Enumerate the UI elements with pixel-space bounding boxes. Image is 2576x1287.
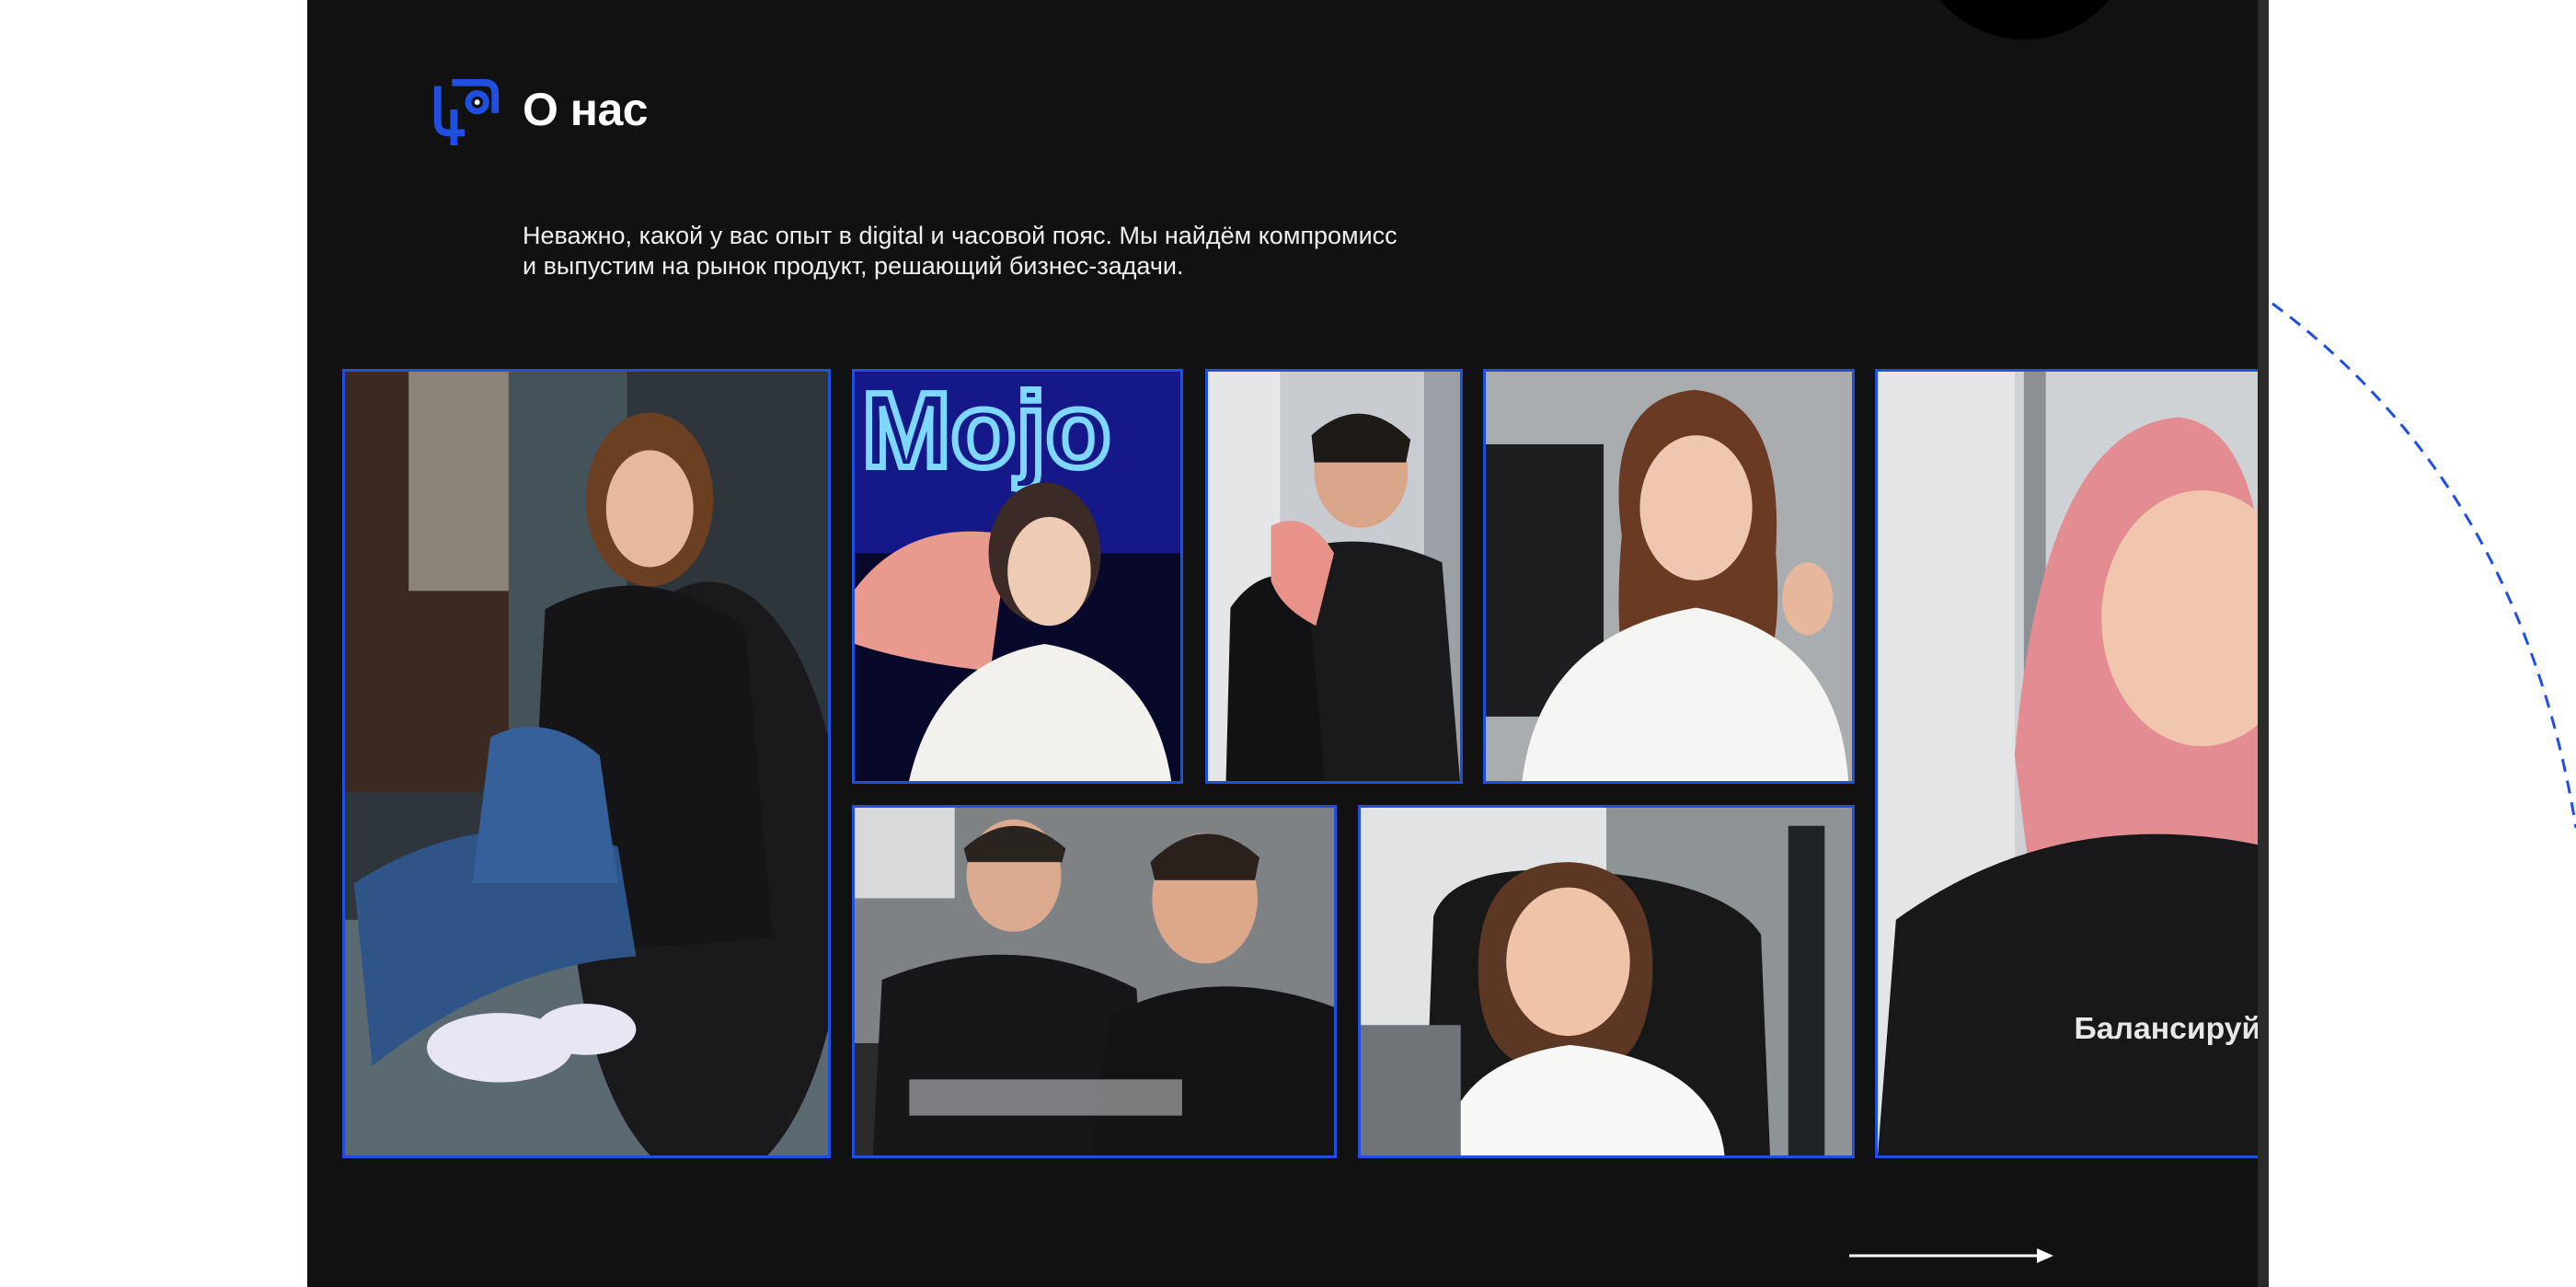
section-description: Неважно, какой у вас опыт в digital и ча… [523,221,1535,282]
team-photo-3 [1205,369,1463,784]
team-photo-7-image: Балансируй [1878,372,2267,1155]
hoodie-text: Балансируй [2074,1011,2260,1046]
team-photo-2: Mojo [852,369,1183,784]
decorative-shape [1919,0,2164,69]
team-photo-4-image [1486,372,1852,781]
team-photo-3-image [1208,372,1460,781]
team-photo-6-image [1361,808,1852,1155]
section-header: О нас [431,74,649,145]
team-photo-7: Балансируй [1875,369,2267,1158]
team-photo-1-image [345,372,828,1155]
team-photo-4 [1483,369,1855,784]
about-section: О нас Неважно, какой у вас опыт в digita… [307,0,2267,1287]
description-line-2: и выпустим на рынок продукт, решающий би… [523,252,1184,280]
description-line-1: Неважно, какой у вас опыт в digital и ча… [523,222,1397,249]
team-photo-5 [852,805,1337,1158]
team-photo-6 [1358,805,1855,1158]
team-photo-1 [342,369,831,1158]
panel-edge [2258,0,2269,1287]
team-photo-2-image: Mojo [855,372,1180,781]
decorative-dashed-arc [2271,302,2576,829]
page-title: О нас [523,84,649,135]
arrow-right-icon[interactable] [1849,1247,2057,1265]
team-photo-5-image [855,808,1334,1155]
brand-logo-icon [433,78,500,145]
page: О нас Неважно, какой у вас опыт в digita… [0,0,2576,1287]
neon-sign-text: Mojo [862,372,1111,490]
